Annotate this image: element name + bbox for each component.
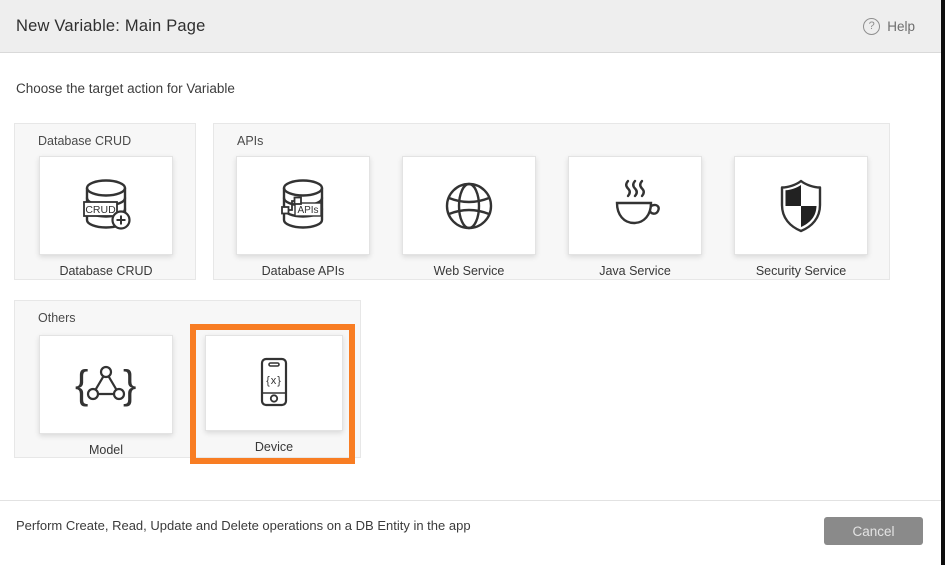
group-label: Database CRUD [38,134,131,148]
help-button[interactable]: ? Help [863,18,915,35]
device-tile[interactable]: {x} [205,335,343,431]
card-label: Java Service [568,264,702,278]
database-crud-plus-icon: CRUD [73,176,139,236]
card-label: Device [205,440,343,454]
svg-text:{: { [75,363,88,407]
question-circle-icon: ? [863,18,880,35]
card-java-service[interactable]: Java Service [568,156,702,278]
dialog-header: New Variable: Main Page ? Help [0,0,941,53]
svg-text:CRUD: CRUD [85,204,116,216]
card-model[interactable]: { } Model [39,335,173,457]
card-device[interactable]: {x} Device [205,335,343,454]
card-security-service[interactable]: Security Service [734,156,868,278]
shield-checkered-icon [768,176,834,236]
database-crud-tile[interactable]: CRUD [39,156,173,255]
model-braces-network-icon: { } [73,355,139,415]
card-label: Security Service [734,264,868,278]
card-label: Web Service [402,264,536,278]
database-apis-tile[interactable]: APIs [236,156,370,255]
security-service-tile[interactable] [734,156,868,255]
selected-highlight: {x} Device [190,324,355,464]
subtitle: Choose the target action for Variable [16,81,235,96]
coffee-cup-icon [602,176,668,236]
card-web-service[interactable]: Web Service [402,156,536,278]
dialog-title: New Variable: Main Page [16,17,206,36]
cancel-button[interactable]: Cancel [824,517,923,545]
new-variable-dialog: New Variable: Main Page ? Help Choose th… [0,0,945,565]
footer-divider [0,500,941,501]
help-label: Help [887,19,915,34]
svg-text:APIs: APIs [297,205,318,216]
card-database-apis[interactable]: APIs Database APIs [236,156,370,278]
mobile-phone-binding-icon: {x} [241,353,307,413]
card-label: Model [39,443,173,457]
svg-text:{x}: {x} [266,375,282,387]
card-label: Database APIs [236,264,370,278]
group-others: Others { } Model [14,300,361,458]
group-label: APIs [237,134,263,148]
svg-text:}: } [123,363,136,407]
group-database-crud: Database CRUD CRUD Database CRUD [14,123,196,280]
card-database-crud[interactable]: CRUD Database CRUD [39,156,173,278]
database-apis-icon: APIs [270,176,336,236]
web-service-tile[interactable] [402,156,536,255]
globe-icon [436,176,502,236]
java-service-tile[interactable] [568,156,702,255]
window-right-border [941,0,945,565]
group-apis: APIs APIs Database APIs [213,123,890,280]
selection-description: Perform Create, Read, Update and Delete … [16,518,471,533]
card-label: Database CRUD [39,264,173,278]
model-tile[interactable]: { } [39,335,173,434]
group-label: Others [38,311,76,325]
